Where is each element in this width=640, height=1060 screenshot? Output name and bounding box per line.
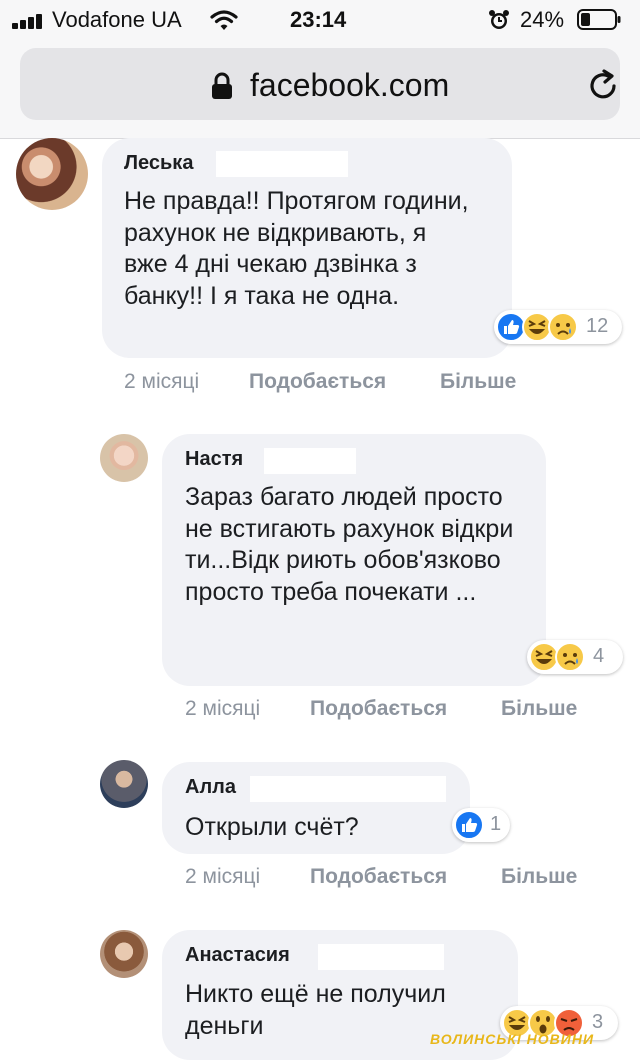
redaction-mark (264, 448, 356, 474)
sad-reaction-icon (548, 312, 578, 342)
comment-text: Не правда!! Протягом години, рахунок не … (124, 187, 469, 310)
reaction-summary[interactable]: 1 (452, 808, 510, 842)
comment-author[interactable]: Анастасия (185, 944, 290, 967)
battery-percentage: 24% (520, 7, 565, 32)
redaction-mark (216, 151, 348, 177)
comment-text: Открыли счёт? (185, 813, 359, 841)
comment-timestamp[interactable]: 2 місяці (185, 697, 260, 721)
status-time: 23:14 (290, 7, 347, 32)
avatar[interactable] (100, 434, 148, 482)
wifi-icon (210, 10, 238, 30)
reaction-summary[interactable]: 12 (494, 310, 622, 344)
comment-author[interactable]: Леська (124, 152, 193, 175)
more-button[interactable]: Більше (501, 697, 577, 721)
battery-icon (577, 9, 621, 30)
redaction-mark (318, 944, 444, 970)
url-text: facebook.com (250, 67, 450, 103)
comment-actions: 2 місяці Подобається Більше (185, 697, 605, 723)
address-bar[interactable]: facebook.com (20, 48, 620, 120)
sad-reaction-icon (555, 642, 585, 672)
carrier-name: Vodafone UA (52, 7, 182, 32)
reaction-count: 1 (490, 813, 502, 835)
like-button[interactable]: Подобається (249, 370, 386, 394)
comment-actions: 2 місяці Подобається Більше (185, 865, 605, 891)
comment-timestamp[interactable]: 2 місяці (185, 865, 260, 889)
comment-author[interactable]: Настя (185, 448, 243, 471)
comment-author[interactable]: Алла (185, 776, 236, 799)
signal-strength-icon (12, 13, 48, 29)
avatar[interactable] (16, 138, 88, 210)
reaction-count: 4 (593, 645, 605, 667)
watermark: ВОЛИНСЬКІ НОВИНИ (430, 1031, 595, 1047)
reaction-summary[interactable]: 4 (527, 640, 623, 674)
alarm-icon (489, 10, 509, 29)
reaction-count: 12 (586, 315, 609, 337)
lock-icon (212, 72, 232, 99)
like-button[interactable]: Подобається (310, 697, 447, 721)
comment-text: Зараз багато людей просто не встигають р… (185, 483, 514, 606)
like-reaction-icon (454, 810, 484, 840)
browser-toolbar: facebook.com (0, 40, 640, 139)
comment-actions: 2 місяці Подобається Більше (124, 370, 544, 396)
more-button[interactable]: Більше (440, 370, 516, 394)
reload-icon[interactable] (586, 68, 622, 104)
status-bar: Vodafone UA 23:14 24% (0, 0, 640, 40)
more-button[interactable]: Більше (501, 865, 577, 889)
comment-timestamp[interactable]: 2 місяці (124, 370, 199, 394)
redaction-mark (250, 776, 446, 802)
avatar[interactable] (100, 760, 148, 808)
like-button[interactable]: Подобається (310, 865, 447, 889)
avatar[interactable] (100, 930, 148, 978)
